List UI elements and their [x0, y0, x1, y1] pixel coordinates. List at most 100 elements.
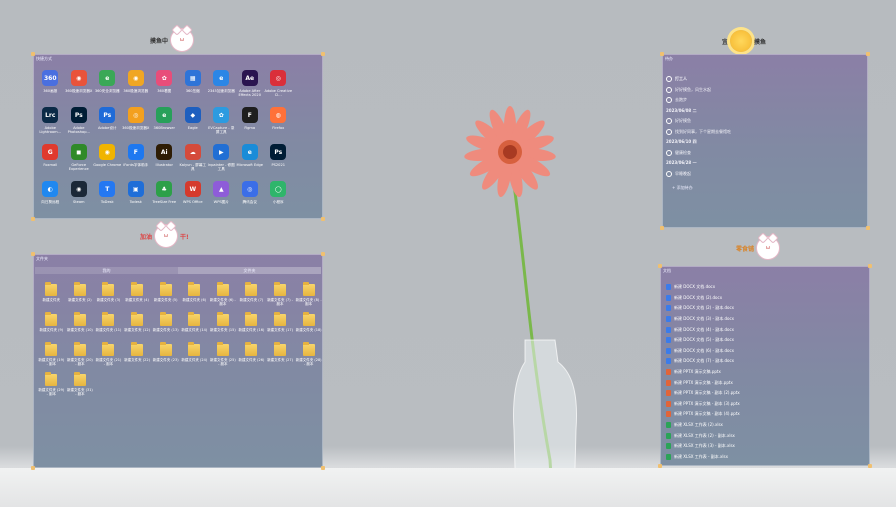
folder-item[interactable]: 新建文件夹 (26): [237, 342, 266, 374]
app-shortcut[interactable]: ▦ 360压缩: [179, 70, 208, 107]
app-shortcut[interactable]: ▣ Todesk: [122, 181, 151, 218]
folder-item[interactable]: 新建文件夹 (25) - 副本: [209, 342, 238, 374]
todo-item[interactable]: 早睡晚起: [666, 169, 856, 180]
app-shortcut[interactable]: F Figma: [236, 107, 265, 144]
app-shortcut[interactable]: Ai Illustrator: [150, 144, 179, 181]
file-item[interactable]: 新建 PPTX 演示文稿.pptx: [666, 367, 740, 378]
tab-mine[interactable]: 我的: [35, 267, 178, 274]
folder-item[interactable]: 新建文件夹 (6) - 副本: [209, 282, 238, 314]
app-shortcut[interactable]: W WPS Office: [179, 181, 208, 218]
app-shortcut[interactable]: ▲ WPS图片: [207, 181, 236, 218]
app-shortcut[interactable]: ◎ 360极速浏览器X: [122, 107, 151, 144]
app-shortcut[interactable]: ✿ EVCapture - 录屏工具: [207, 107, 236, 144]
todo-checkbox[interactable]: [666, 149, 672, 156]
add-todo-button[interactable]: + 添加待办: [672, 185, 693, 191]
file-item[interactable]: 新建 PPTX 演示文稿 - 副本 (2).pptx: [666, 388, 740, 399]
folder-item[interactable]: 新建文件夹 (15): [209, 312, 238, 344]
folder-item[interactable]: 新建文件夹 (2): [66, 282, 95, 314]
file-item[interactable]: 新建 XLSX 工作表 (3) - 副本.xlsx: [666, 441, 740, 452]
app-shortcut[interactable]: FiFonts字体助手: [122, 144, 151, 181]
file-item[interactable]: 新建 DOCX 文档.docx: [666, 282, 740, 293]
app-shortcut[interactable]: ◎ Adobe Creative Cl...: [264, 70, 293, 107]
file-item[interactable]: 新建 XLSX 工作表 (2).xlsx: [666, 420, 740, 431]
app-shortcut[interactable]: e 2345加速浏览器: [207, 70, 236, 107]
app-shortcut[interactable]: e Microsoft Edge: [236, 144, 265, 181]
file-item[interactable]: 新建 DOCX 文档 (4) - 副本.docx: [666, 324, 740, 335]
file-item[interactable]: 新建 DOCX 文档 (6) - 副本.docx: [666, 346, 740, 357]
folder-item[interactable]: 新建文件夹 (23): [151, 342, 180, 374]
folder-panel[interactable]: 文件夹 我的 文件夹 新建文件夹 新建文件夹 (2) 新建文件夹 (3) 新建文件夹 …: [31, 252, 325, 470]
app-shortcut[interactable]: ◼ GeForce Experience: [65, 144, 94, 181]
app-shortcut[interactable]: Ae Adobe After Effects 2020: [236, 70, 265, 107]
folder-item[interactable]: 新建文件夹 (10): [66, 312, 95, 344]
folder-item[interactable]: 新建文件夹 (20) - 副本: [66, 342, 95, 374]
folder-item[interactable]: 新建文件夹 (22): [123, 342, 152, 374]
todo-checkbox[interactable]: [666, 76, 672, 83]
folder-item[interactable]: 新建文件夹 (27): [266, 342, 295, 374]
app-shortcut[interactable]: Ps Adobe Photoshop...: [65, 107, 94, 144]
app-shortcut[interactable]: ✿ 360看图: [150, 70, 179, 107]
file-item[interactable]: 新建 DOCX 文档 (5) - 副本.docx: [666, 335, 740, 346]
file-item[interactable]: 新建 DOCX 文档 (7) - 副本.docx: [666, 356, 740, 367]
folder-item[interactable]: 新建文件夹 (12): [123, 312, 152, 344]
file-item[interactable]: 新建 PPTX 演示文稿 - 副本 (4).pptx: [666, 409, 740, 420]
todo-item[interactable]: 健康检查: [666, 148, 856, 159]
folder-item[interactable]: 新建文件夹: [37, 282, 66, 314]
file-item[interactable]: 新建 PPTX 演示文稿 - 副本 (3).pptx: [666, 399, 740, 410]
folder-item[interactable]: 新建文件夹 (24): [180, 342, 209, 374]
folder-item[interactable]: 新建文件夹 (8) - 副本: [294, 282, 323, 314]
folder-item[interactable]: 新建文件夹 (18): [294, 312, 323, 344]
todo-item[interactable]: 好好摸鱼，风生水起: [666, 85, 856, 96]
app-shortcut[interactable]: ▶ Inpainter - 修图工具: [207, 144, 236, 181]
todo-checkbox[interactable]: [666, 170, 672, 177]
app-shortcut[interactable]: ◆ Eagle: [179, 107, 208, 144]
todo-panel[interactable]: 待办 打工人 好好摸鱼，风生水起 去跑步 2023/06/08 二好好摸鱼 找到好同事，…: [660, 52, 870, 230]
folder-item[interactable]: 新建文件夹 (28) - 副本: [294, 342, 323, 374]
app-shortcut[interactable]: ◉ 360极速浏览器: [122, 70, 151, 107]
app-shortcut[interactable]: e 360安全浏览器: [93, 70, 122, 107]
app-shortcut[interactable]: T ToDesk: [93, 181, 122, 218]
folder-item[interactable]: 新建文件夹 (13): [151, 312, 180, 344]
todo-checkbox[interactable]: [666, 97, 672, 104]
app-shortcut[interactable]: ♣ TreeSize Free: [150, 181, 179, 218]
apps-panel[interactable]: 快捷方式 360 360画报 ◉ 360极速浏览器X e 360安全浏览器 ◉ 360极速浏览…: [31, 52, 325, 221]
tab-folders[interactable]: 文件夹: [178, 267, 321, 274]
app-shortcut[interactable]: ◎ 腾讯会议: [236, 181, 265, 218]
folder-item[interactable]: 新建文件夹 (7) - 副本: [266, 282, 295, 314]
todo-checkbox[interactable]: [666, 86, 672, 93]
files-panel[interactable]: 文档 新建 DOCX 文档.docx 新建 DOCX 文档 (2).docx 新建 …: [658, 264, 872, 468]
todo-item[interactable]: 好好摸鱼: [666, 116, 856, 127]
app-shortcut[interactable]: Ps PS2021: [264, 144, 293, 181]
todo-checkbox[interactable]: [666, 118, 672, 125]
app-shortcut[interactable]: Ps Adobe设计: [93, 107, 122, 144]
app-shortcut[interactable]: 360 360画报: [36, 70, 65, 107]
file-item[interactable]: 新建 XLSX 工作表 - 副本.xlsx: [666, 452, 740, 463]
file-item[interactable]: 新建 DOCX 文档 (2).docx: [666, 293, 740, 304]
folder-item[interactable]: 新建文件夹 (17): [266, 312, 295, 344]
app-shortcut[interactable]: ◐ 向日葵远程: [36, 181, 65, 218]
folder-item[interactable]: 新建文件夹 (29) - 副本: [37, 372, 66, 404]
file-item[interactable]: 新建 DOCX 文档 (3) - 副本.docx: [666, 314, 740, 325]
folder-item[interactable]: 新建文件夹 (19) - 副本: [37, 342, 66, 374]
app-shortcut[interactable]: ◍ Firefox: [264, 107, 293, 144]
app-shortcut[interactable]: ☁ Kaiyun - 屏幕工具: [179, 144, 208, 181]
app-shortcut[interactable]: ◉ Google Chrome: [93, 144, 122, 181]
todo-checkbox[interactable]: [666, 128, 672, 135]
app-shortcut[interactable]: ◉ Steam: [65, 181, 94, 218]
folder-item[interactable]: 新建文件夹 (5): [151, 282, 180, 314]
folder-item[interactable]: 新建文件夹 (14): [180, 312, 209, 344]
app-shortcut[interactable]: G Foxmail: [36, 144, 65, 181]
folder-item[interactable]: 新建文件夹 (7): [237, 282, 266, 314]
app-shortcut[interactable]: e 360Browser: [150, 107, 179, 144]
todo-item[interactable]: 找到好同事，下个星期去餐馆吃: [666, 127, 856, 138]
folder-item[interactable]: 新建文件夹 (11): [94, 312, 123, 344]
file-item[interactable]: 新建 DOCX 文档 (2) - 副本.docx: [666, 303, 740, 314]
folder-item[interactable]: 新建文件夹 (16): [237, 312, 266, 344]
todo-item[interactable]: 去跑步: [666, 95, 856, 106]
file-item[interactable]: 新建 XLSX 工作表 (2) - 副本.xlsx: [666, 430, 740, 441]
app-shortcut[interactable]: Lrc Adobe Lightroom...: [36, 107, 65, 144]
file-item[interactable]: 新建 PPTX 演示文稿 - 副本.pptx: [666, 377, 740, 388]
folder-item[interactable]: 新建文件夹 (31) - 副本: [66, 372, 95, 404]
folder-item[interactable]: 新建文件夹 (21) - 副本: [94, 342, 123, 374]
folder-item[interactable]: 新建文件夹 (9): [37, 312, 66, 344]
